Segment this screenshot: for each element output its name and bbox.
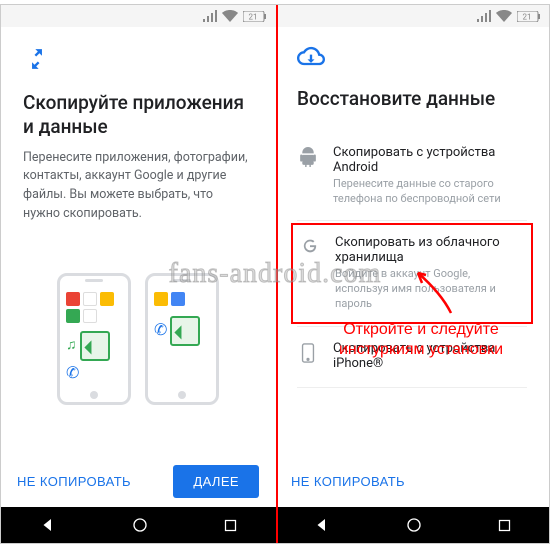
page-title: Восстановите данные: [297, 87, 527, 111]
page-title: Скопируйте приложения и данные: [23, 91, 253, 139]
home-icon[interactable]: [406, 517, 422, 533]
svg-text:21: 21: [523, 12, 532, 21]
option-title: Скопировать из облачного хранилища: [335, 235, 525, 265]
bottom-bar: НЕ КОПИРОВАТЬ ДАЛЕЕ: [1, 455, 275, 507]
status-bar: 21: [1, 5, 275, 27]
divider: [297, 220, 527, 221]
divider: [297, 387, 527, 388]
android-icon: [297, 147, 319, 167]
option-android[interactable]: Скопировать с устройства Android Перенес…: [297, 133, 527, 219]
next-button[interactable]: ДАЛЕЕ: [173, 465, 259, 498]
screen-divider: [276, 5, 278, 543]
google-icon: [299, 237, 321, 255]
cloud-download-icon: [297, 45, 527, 73]
recents-icon[interactable]: [497, 518, 512, 533]
svg-text:21: 21: [249, 12, 258, 21]
skip-button[interactable]: НЕ КОПИРОВАТЬ: [291, 474, 405, 489]
screen-copy-apps: 21 Скопируйте приложения и данные Перене…: [1, 5, 275, 543]
battery-icon: 21: [517, 11, 541, 22]
android-nav-bar: [1, 507, 275, 543]
option-subtitle: Перенесите данные со старого телефона по…: [333, 177, 523, 207]
signal-icon: [203, 10, 217, 22]
transfer-icon: [23, 45, 253, 77]
back-icon[interactable]: [313, 516, 331, 534]
bottom-bar: НЕ КОПИРОВАТЬ: [275, 455, 549, 507]
android-nav-bar: [275, 507, 549, 543]
wifi-icon: [496, 10, 512, 22]
signal-icon: [477, 10, 491, 22]
status-bar: 21: [275, 5, 549, 27]
battery-icon: 21: [243, 11, 267, 22]
option-title: Скопировать с устройства Android: [333, 145, 523, 175]
recents-icon[interactable]: [223, 518, 238, 533]
page-subtitle: Перенесите приложения, фотографии, конта…: [23, 149, 253, 224]
home-icon[interactable]: [132, 517, 148, 533]
wifi-icon: [222, 10, 238, 22]
back-icon[interactable]: [39, 516, 57, 534]
phones-illustration: ♫ ✆ ✆: [23, 234, 253, 446]
annotation-text: Откройте и следуйте инстуркиям установки: [311, 320, 531, 360]
skip-button[interactable]: НЕ КОПИРОВАТЬ: [17, 474, 131, 489]
annotation-arrow: [406, 263, 466, 323]
